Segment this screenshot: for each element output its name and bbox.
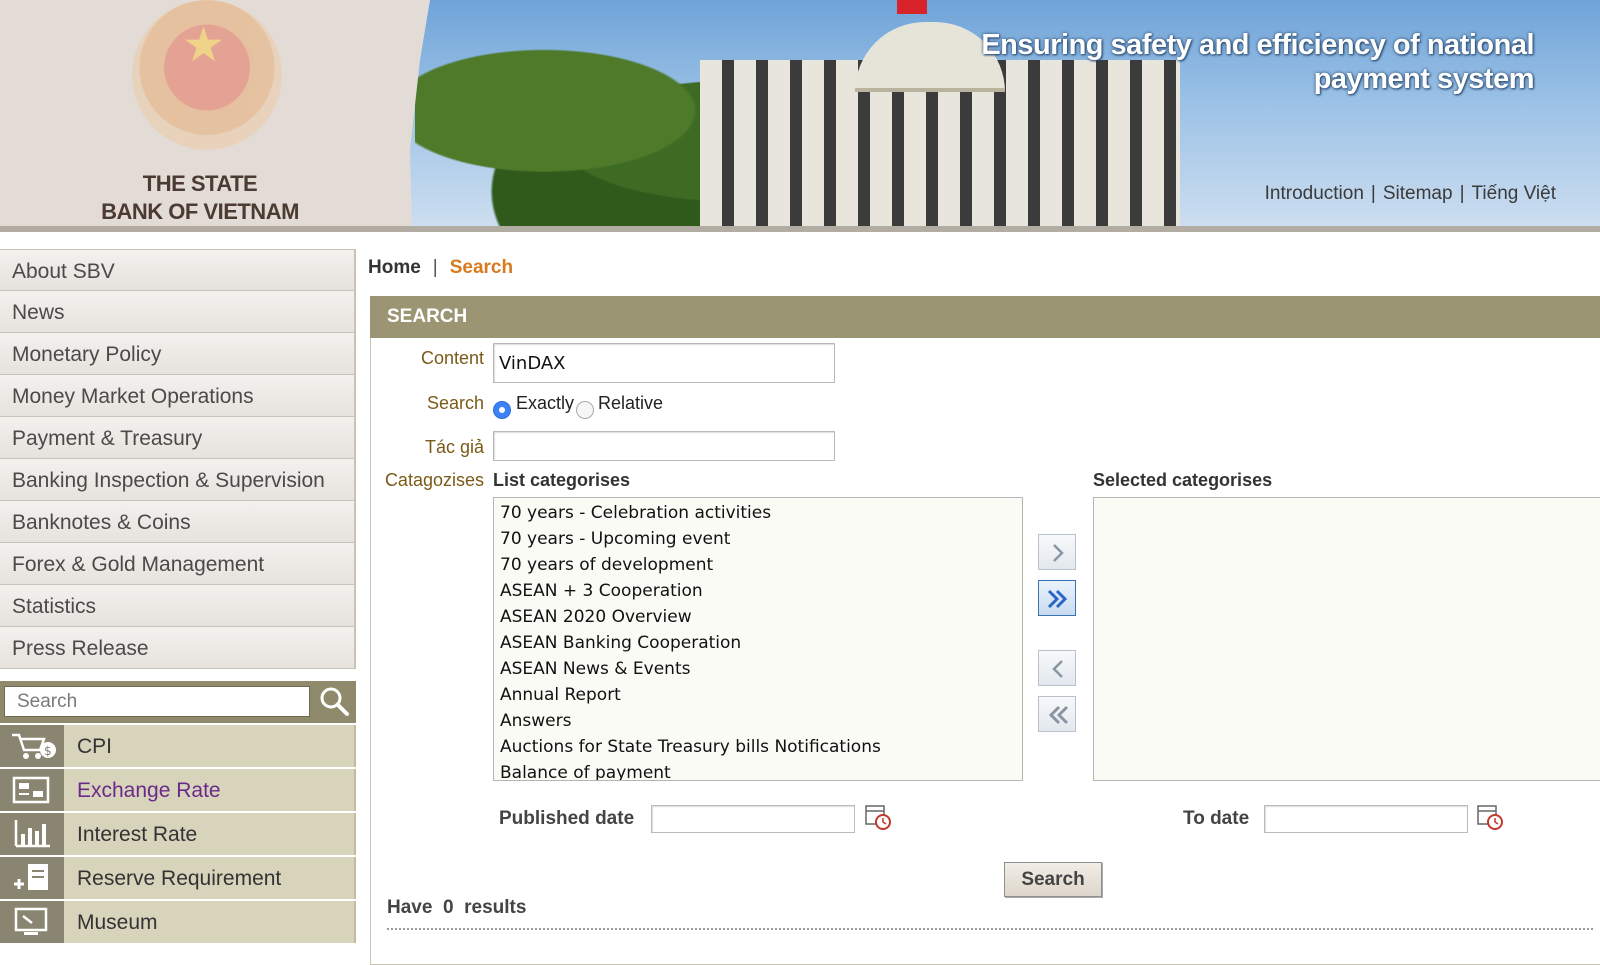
menu-item-banking-inspection[interactable]: Banking Inspection & Supervision [0, 459, 356, 501]
menu-item-monetary-policy[interactable]: Monetary Policy [0, 333, 356, 375]
introduction-link[interactable]: Introduction [1265, 183, 1364, 204]
top-links: Introduction | Sitemap | Tiếng Việt [1265, 183, 1556, 205]
result-count: 0 [442, 897, 454, 918]
divider: | [1370, 183, 1376, 204]
calendar-icon[interactable] [1476, 803, 1504, 831]
calendar-icon[interactable] [864, 803, 892, 831]
result-suffix: results [464, 897, 527, 918]
quicklink-interest-rate[interactable]: Interest Rate [0, 813, 356, 855]
move-left-button[interactable] [1038, 650, 1076, 686]
search-icon[interactable] [318, 685, 352, 719]
exactly-label: Exactly [516, 393, 575, 413]
result-prefix: Have [387, 897, 433, 918]
panel-title: SEARCH [387, 306, 468, 327]
quick-links: $ CPI Exchange Rate Interest Rate Reserv… [0, 725, 356, 945]
menu-item-news[interactable]: News [0, 291, 356, 333]
result-summary: Have 0 results [387, 897, 526, 919]
category-option[interactable]: 70 years of development [494, 552, 1022, 578]
menu-item-banknotes-coins[interactable]: Banknotes & Coins [0, 501, 356, 543]
published-date-label: Published date [499, 808, 635, 829]
national-emblem-icon: ★ [132, 0, 282, 150]
selected-categories-header: Selected categorises [1093, 470, 1273, 490]
cart-icon: $ [0, 725, 64, 767]
move-right-button[interactable] [1038, 534, 1076, 570]
published-date-input[interactable] [651, 805, 855, 833]
content-label: Content [420, 348, 484, 368]
flag-icon [897, 0, 927, 14]
category-option[interactable]: 70 years - Upcoming event [494, 526, 1022, 552]
quicklink-exchange-rate[interactable]: Exchange Rate [0, 769, 356, 811]
chevron-left-icon [1052, 660, 1063, 678]
quicklink-reserve-requirement[interactable]: Reserve Requirement [0, 857, 356, 899]
category-option[interactable]: 70 years - Celebration activities [494, 500, 1022, 526]
menu-item-statistics[interactable]: Statistics [0, 585, 356, 627]
bank-name-line2: BANK OF VIETNAM [101, 199, 299, 224]
banner-divider [0, 226, 1600, 232]
quicklink-label: CPI [77, 735, 113, 758]
divider: | [1459, 183, 1465, 204]
quicklink-label: Museum [77, 911, 158, 934]
menu-item-payment-treasury[interactable]: Payment & Treasury [0, 417, 356, 459]
author-label: Tác giả [424, 437, 484, 457]
sidebar-search-box [0, 681, 356, 723]
search-panel-header: SEARCH [370, 296, 1600, 338]
to-date-input[interactable] [1264, 805, 1468, 833]
category-option[interactable]: ASEAN Banking Cooperation [494, 630, 1022, 656]
breadcrumb-current: Search [449, 257, 514, 278]
bar-chart-icon [0, 813, 64, 855]
author-input[interactable] [493, 431, 835, 461]
content-input[interactable] [493, 343, 835, 383]
slogan-line2: payment system [1313, 63, 1535, 95]
category-option[interactable]: ASEAN + 3 Cooperation [494, 578, 1022, 604]
relative-label: Relative [598, 393, 664, 413]
move-all-right-button[interactable] [1038, 580, 1076, 616]
slogan-line1: Ensuring safety and efficiency of nation… [981, 29, 1534, 61]
category-option[interactable]: Balance of payment [494, 760, 1022, 780]
banner-slogan: Ensuring safety and efficiency of nation… [974, 28, 1534, 96]
monitor-icon [0, 901, 64, 943]
to-date-label: To date [1183, 808, 1250, 829]
quicklink-label: Reserve Requirement [77, 867, 282, 890]
double-chevron-right-icon [1047, 589, 1068, 609]
category-option[interactable]: ASEAN 2020 Overview [494, 604, 1022, 630]
move-all-left-button[interactable] [1038, 696, 1076, 732]
list-categories-header: List categorises [493, 470, 631, 490]
search-submit-button[interactable]: Search [1004, 862, 1102, 897]
logo-area[interactable]: ★ THE STATE BANK OF VIETNAM [0, 0, 430, 232]
chevron-right-icon [1053, 544, 1064, 562]
reserve-icon [0, 857, 64, 899]
categories-label: Catagozises [384, 470, 484, 490]
relative-radio[interactable] [576, 401, 594, 419]
category-option[interactable]: Answers [494, 708, 1022, 734]
divider [387, 928, 1593, 930]
categories-listbox[interactable]: 70 years - Celebration activities 70 yea… [493, 497, 1023, 781]
exactly-radio[interactable] [493, 401, 511, 419]
divider: | [432, 257, 438, 278]
site-banner: ★ THE STATE BANK OF VIETNAM Ensuring saf… [0, 0, 1600, 232]
bank-name-line1: THE STATE [142, 171, 258, 196]
left-menu: About SBV News Monetary Policy Money Mar… [0, 249, 356, 669]
vietnamese-language-link[interactable]: Tiếng Việt [1472, 183, 1557, 204]
quicklink-museum[interactable]: Museum [0, 901, 356, 943]
menu-item-forex-gold[interactable]: Forex & Gold Management [0, 543, 356, 585]
quicklink-label: Exchange Rate [77, 779, 221, 802]
category-option[interactable]: Auctions for State Treasury bills Notifi… [494, 734, 1022, 760]
category-option[interactable]: ASEAN News & Events [494, 656, 1022, 682]
sidebar-search-input[interactable] [4, 686, 310, 717]
quicklink-label: Interest Rate [77, 823, 198, 846]
menu-item-money-market-operations[interactable]: Money Market Operations [0, 375, 356, 417]
breadcrumb: Home | Search [368, 257, 513, 279]
selected-categories-listbox[interactable] [1093, 497, 1600, 781]
quicklink-cpi[interactable]: $ CPI [0, 725, 356, 767]
search-mode-label: Search [426, 393, 484, 413]
bank-name: THE STATE BANK OF VIETNAM [70, 170, 330, 226]
menu-item-press-release[interactable]: Press Release [0, 627, 356, 669]
menu-item-about-sbv[interactable]: About SBV [0, 249, 356, 291]
category-option[interactable]: Annual Report [494, 682, 1022, 708]
double-chevron-left-icon [1048, 705, 1069, 725]
breadcrumb-home-link[interactable]: Home [368, 257, 421, 278]
svg-text:$: $ [44, 744, 52, 758]
exchange-icon [0, 769, 64, 811]
sitemap-link[interactable]: Sitemap [1383, 183, 1453, 204]
